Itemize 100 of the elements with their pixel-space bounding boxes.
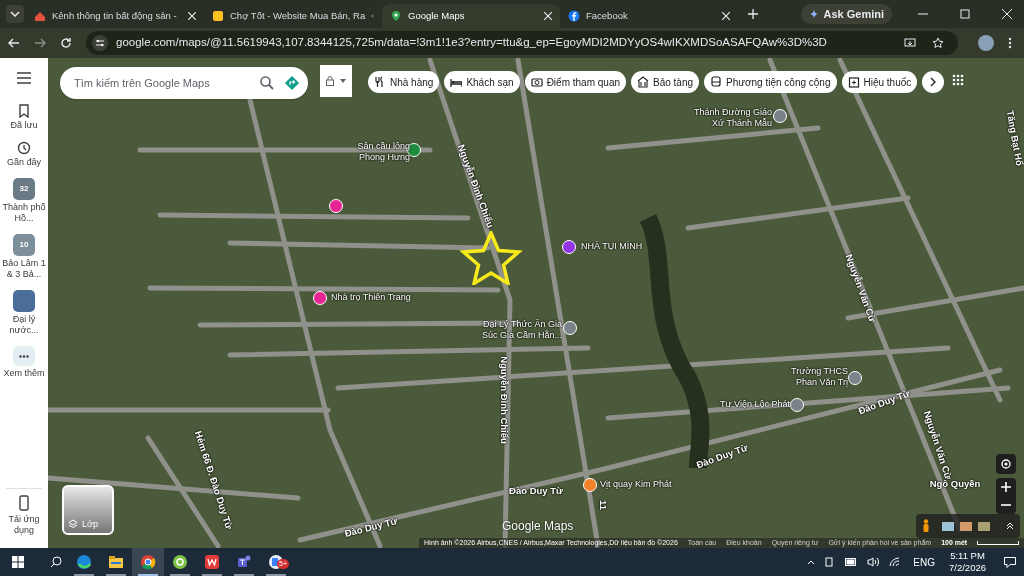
place-label[interactable]: Thánh Đường Giáo Xứ Thánh Mẫu <box>680 107 772 129</box>
street-label: Nguyễn Đình Chiểu <box>498 356 510 444</box>
browser-tab[interactable]: Kênh thông tin bất động sản - <box>26 4 204 28</box>
office-app-icon <box>204 554 220 570</box>
clock-time[interactable]: 5:11 PM <box>950 550 985 562</box>
street-label: Nguyễn Văn Cừ <box>921 409 955 481</box>
tab-search-button[interactable] <box>6 5 24 23</box>
volume-icon[interactable] <box>867 557 880 567</box>
place-thumbnail: 32 <box>13 178 35 200</box>
address-bar[interactable]: google.com/maps/@11.5619943,107.8344125,725m/data=!3m1!1e3?entry=ttu&g_ep=EgoyMDI2MDYyOS4wIKXMDSoASAFQAw%3D%3D <box>86 31 958 55</box>
category-chip[interactable]: Phương tiện công cộng <box>704 71 837 93</box>
place-label[interactable]: Nhà trọ Thiên Trang <box>331 292 441 303</box>
wifi-icon[interactable] <box>889 557 902 567</box>
place-pin-icon[interactable] <box>583 478 597 492</box>
history-icon <box>17 141 31 155</box>
windows-start-icon[interactable] <box>12 556 24 568</box>
house-icon <box>34 10 46 22</box>
dropdown-button[interactable] <box>320 65 352 97</box>
search-icon[interactable] <box>260 76 274 90</box>
browser-tab[interactable]: Google Maps <box>382 4 560 28</box>
close-tab-icon[interactable] <box>544 12 552 20</box>
download-app-link[interactable]: Tải ứng dụng <box>2 514 46 536</box>
more-icon <box>13 346 35 366</box>
profile-avatar[interactable] <box>978 35 994 51</box>
notification-icon[interactable] <box>1004 556 1016 568</box>
close-icon[interactable] <box>1002 9 1012 19</box>
place-label[interactable]: NHÀ TỤI MÌNH <box>581 241 651 252</box>
category-chip[interactable]: Hiệu thuốc <box>841 71 918 93</box>
category-chip[interactable]: Khách sạn <box>444 71 520 93</box>
imagery-thumbnail[interactable] <box>960 521 972 531</box>
imagery-thumbnail[interactable] <box>942 521 954 531</box>
sidebar-item[interactable]: Gần đây <box>2 141 46 168</box>
place-pin-icon[interactable] <box>773 109 787 123</box>
new-tab-icon[interactable] <box>748 9 758 19</box>
street-label: 11 <box>597 500 609 510</box>
reload-icon[interactable] <box>60 37 72 49</box>
place-pin-icon[interactable] <box>848 371 862 385</box>
apps-grid-icon[interactable] <box>952 74 964 86</box>
close-tab-icon[interactable] <box>188 12 196 20</box>
map-pin-icon <box>390 10 402 22</box>
facebook-logo-icon <box>568 10 580 22</box>
phone-icon[interactable] <box>19 495 29 511</box>
place-pin-icon[interactable] <box>563 321 577 335</box>
square-logo-icon <box>212 10 224 22</box>
place-pin-icon[interactable] <box>790 398 804 412</box>
search-icon[interactable] <box>50 556 62 568</box>
place-pin-icon[interactable] <box>329 199 343 213</box>
close-tab-icon[interactable] <box>722 12 730 20</box>
menu-icon[interactable] <box>17 72 31 84</box>
imagery-thumbnail[interactable] <box>978 521 990 531</box>
place-thumbnail: 10 <box>13 234 35 256</box>
forward-icon[interactable] <box>34 37 46 49</box>
chevron-up-icon[interactable] <box>1006 522 1014 530</box>
sidebar-item[interactable]: Đại lý nước... <box>2 290 46 336</box>
menu-icon[interactable] <box>1008 37 1012 49</box>
bookmark-star-icon[interactable] <box>932 37 944 49</box>
browser-tab[interactable]: Facebook <box>560 4 738 28</box>
chat-app-icon <box>236 554 252 570</box>
camera-icon <box>530 76 543 88</box>
taskbar-app[interactable] <box>132 548 164 576</box>
category-chip[interactable]: Nhà hàng <box>368 71 440 93</box>
zoom-in-icon[interactable] <box>1001 482 1011 492</box>
back-icon[interactable] <box>8 37 20 49</box>
category-chip[interactable]: Điểm tham quan <box>524 71 626 93</box>
app-icon <box>172 554 188 570</box>
sidebar-item[interactable]: 10 Bảo Lâm 1 & 3 Bả... <box>2 234 46 280</box>
tray-device-icon[interactable] <box>825 557 836 567</box>
browser-tab[interactable]: Chợ Tốt - Website Mua Bán, Ra <box>204 4 382 28</box>
battery-icon[interactable] <box>845 558 858 566</box>
place-label[interactable]: Vịt quay Kim Phát <box>600 479 690 490</box>
restaurant-icon <box>374 76 386 88</box>
imagery-panel[interactable] <box>916 514 1020 538</box>
chevron-down-icon <box>10 11 20 17</box>
star-marker-icon <box>459 231 523 285</box>
search-box[interactable]: Tìm kiếm trên Google Maps <box>60 67 308 99</box>
language-indicator[interactable]: ENG <box>913 554 935 570</box>
map-logo: Google Maps <box>502 519 574 533</box>
install-app-icon[interactable] <box>904 37 916 49</box>
sidebar-item[interactable]: Đã lưu <box>2 104 46 131</box>
my-location-button[interactable] <box>996 454 1016 474</box>
sidebar-item[interactable]: 32 Thành phố Hồ... <box>2 178 46 224</box>
category-chip[interactable]: Bảo tàng <box>631 71 700 93</box>
sidebar-item[interactable]: Xem thêm <box>2 346 46 379</box>
layers-button[interactable]: Lớp <box>62 485 114 535</box>
location-target-icon <box>1000 458 1012 470</box>
satellite-map[interactable] <box>48 58 1024 548</box>
street-label: Tăng Bạt Hổ <box>1004 109 1024 167</box>
site-settings-icon[interactable] <box>92 35 108 51</box>
maximize-icon[interactable] <box>960 9 970 19</box>
place-pin-icon[interactable] <box>562 240 576 254</box>
clock-date[interactable]: 7/2/2026 <box>949 562 986 574</box>
pegman-icon[interactable] <box>922 519 930 533</box>
place-label[interactable]: Sân cầu lông Phong Hưng <box>340 141 410 163</box>
next-chips-button[interactable] <box>922 71 945 93</box>
street-label: Đào Duy Từ <box>856 387 912 417</box>
chevron-up-icon[interactable] <box>807 559 816 565</box>
place-label[interactable]: Trường THCS Phan Văn Trị <box>774 366 848 388</box>
place-pin-icon[interactable] <box>313 291 327 305</box>
ask-gemini-button[interactable]: Ask Gemini <box>801 4 892 24</box>
search-input[interactable]: Tìm kiếm trên Google Maps <box>74 74 250 92</box>
